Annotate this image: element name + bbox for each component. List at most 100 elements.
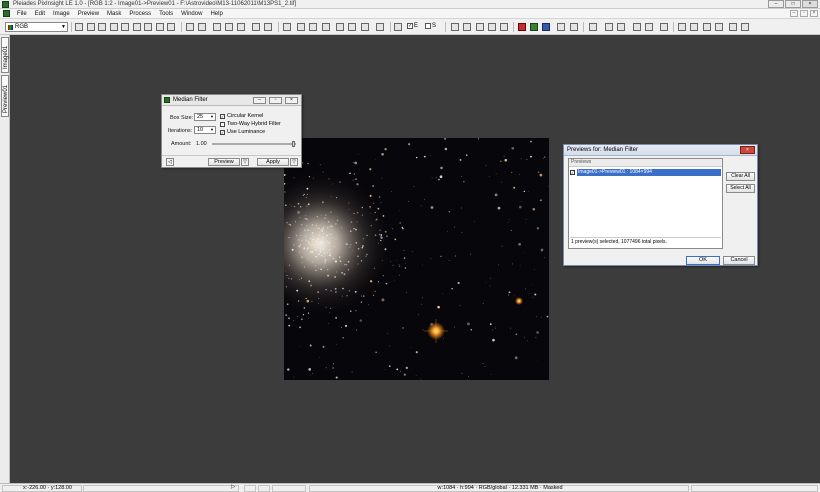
new-instance-icon[interactable]: ◁ [166, 158, 174, 166]
use-luminance-checkbox[interactable]: ✓ Use Luminance [220, 129, 265, 135]
preview-button[interactable]: Preview [208, 158, 240, 166]
star [451, 288, 453, 290]
box-size-select[interactable]: 25 ▼ [194, 113, 216, 121]
menu-tools[interactable]: Tools [155, 11, 177, 17]
maximize-button[interactable]: □ [785, 0, 801, 8]
menu-process[interactable]: Process [125, 11, 155, 17]
check-s[interactable]: S [425, 23, 436, 29]
star [360, 301, 363, 304]
history-icon[interactable] [703, 23, 711, 31]
menu-preview[interactable]: Preview [74, 11, 103, 17]
amount-slider[interactable] [212, 143, 296, 145]
clear-all-button[interactable]: Clear All [726, 172, 755, 181]
checkbox-icon[interactable]: ✓ [570, 170, 575, 175]
previews-dialog-titlebar[interactable]: Previews for: Median Filter × [564, 145, 757, 156]
zoom-1-1-icon[interactable] [198, 23, 206, 31]
select-all-button[interactable]: Select All [726, 184, 755, 193]
script-icon[interactable] [690, 23, 698, 31]
ruler-icon[interactable] [144, 23, 152, 31]
close-button[interactable]: × [740, 146, 755, 154]
crop-icon[interactable] [133, 23, 141, 31]
mdi-minimize-button[interactable]: – [790, 10, 798, 17]
histogram-icon[interactable] [283, 23, 291, 31]
preview-options-icon[interactable]: ▽ [241, 158, 249, 166]
check-e[interactable]: ✓ E [407, 23, 418, 29]
tab-preview01[interactable]: Preview01 [1, 75, 9, 117]
apply-button[interactable]: Apply [257, 158, 289, 166]
mdi-close-button[interactable]: × [810, 10, 818, 17]
close-button[interactable]: × [285, 97, 298, 104]
ok-button[interactable]: OK [686, 256, 720, 265]
circular-kernel-checkbox[interactable]: ✓ Circular Kernel [220, 113, 263, 119]
mdi-restore-button[interactable]: ▫ [800, 10, 808, 17]
flip-icon[interactable] [309, 23, 317, 31]
zoom-fill-icon[interactable] [264, 23, 272, 31]
new-window-icon[interactable] [156, 23, 164, 31]
iterations-select[interactable]: 10 ▼ [194, 126, 216, 134]
color-mode-select[interactable]: RGB ▼ [5, 22, 68, 32]
statistics-icon[interactable] [617, 23, 625, 31]
console-icon[interactable] [645, 23, 653, 31]
star-mask-icon[interactable] [361, 23, 369, 31]
zoom-fit-icon[interactable] [252, 23, 260, 31]
amount-value[interactable]: 1.00 [196, 141, 207, 147]
zoom-1-4-icon[interactable] [225, 23, 233, 31]
tab-image01[interactable]: Image01 [1, 37, 9, 73]
clone-icon[interactable] [167, 23, 175, 31]
close-button[interactable]: × [802, 0, 818, 8]
list-item[interactable]: ✓ Image01->Preview01 : 1084×994 [570, 169, 721, 176]
zoom-1-8-icon[interactable] [237, 23, 245, 31]
stf-icon[interactable] [557, 23, 565, 31]
green-channel-icon[interactable] [530, 23, 538, 31]
view-explorer-icon[interactable] [729, 23, 737, 31]
zoom-in-icon[interactable] [87, 23, 95, 31]
resample-icon[interactable] [336, 23, 344, 31]
grid-icon[interactable] [589, 23, 597, 31]
new-preview-icon[interactable] [463, 23, 471, 31]
noise-icon[interactable] [376, 23, 384, 31]
star [353, 227, 355, 230]
refresh-preview-icon[interactable] [488, 23, 496, 31]
star [492, 338, 495, 342]
menu-mask[interactable]: Mask [103, 11, 125, 17]
menu-window[interactable]: Window [177, 11, 206, 17]
blue-channel-icon[interactable] [542, 23, 550, 31]
integer-resample-icon[interactable] [348, 23, 356, 31]
red-channel-icon[interactable] [518, 23, 526, 31]
edit-preview-icon[interactable] [476, 23, 484, 31]
document-icon[interactable] [3, 10, 10, 17]
zoom-out-icon[interactable] [98, 23, 106, 31]
shade-button[interactable]: ▫ [269, 97, 282, 104]
star [288, 264, 290, 266]
two-way-hybrid-checkbox[interactable]: Two-Way Hybrid Filter [220, 121, 281, 127]
compare-icon[interactable] [500, 23, 508, 31]
menu-image[interactable]: Image [49, 11, 74, 17]
explorer-icon[interactable] [660, 23, 668, 31]
fit-view-icon[interactable] [186, 23, 194, 31]
mirror-icon[interactable] [322, 23, 330, 31]
format-explorer-icon[interactable] [741, 23, 749, 31]
amount-slider-handle[interactable] [292, 141, 295, 147]
axes-icon[interactable] [605, 23, 613, 31]
minimize-button[interactable]: – [253, 97, 266, 104]
minimize-button[interactable]: – [768, 0, 784, 8]
select-preview-icon[interactable] [451, 23, 459, 31]
move-icon[interactable] [121, 23, 129, 31]
median-filter-titlebar[interactable]: Median Filter – ▫ × [162, 95, 301, 106]
menu-edit[interactable]: Edit [31, 11, 49, 17]
selection-icon[interactable] [75, 23, 83, 31]
image-view[interactable] [284, 138, 549, 380]
rotate-icon[interactable] [297, 23, 305, 31]
menu-file[interactable]: File [13, 11, 31, 17]
auto-stf-icon[interactable] [570, 23, 578, 31]
image-container-icon[interactable] [715, 23, 723, 31]
process-icon[interactable] [394, 23, 402, 31]
cancel-button[interactable]: Cancel [723, 256, 755, 265]
zoom-1-2-icon[interactable] [213, 23, 221, 31]
process-console-icon[interactable] [678, 23, 686, 31]
pan-icon[interactable] [110, 23, 118, 31]
apply-options-icon[interactable]: ▽ [290, 158, 298, 166]
star-icon[interactable] [633, 23, 641, 31]
play-icon[interactable]: ▷ [229, 484, 239, 492]
menu-help[interactable]: Help [206, 11, 226, 17]
